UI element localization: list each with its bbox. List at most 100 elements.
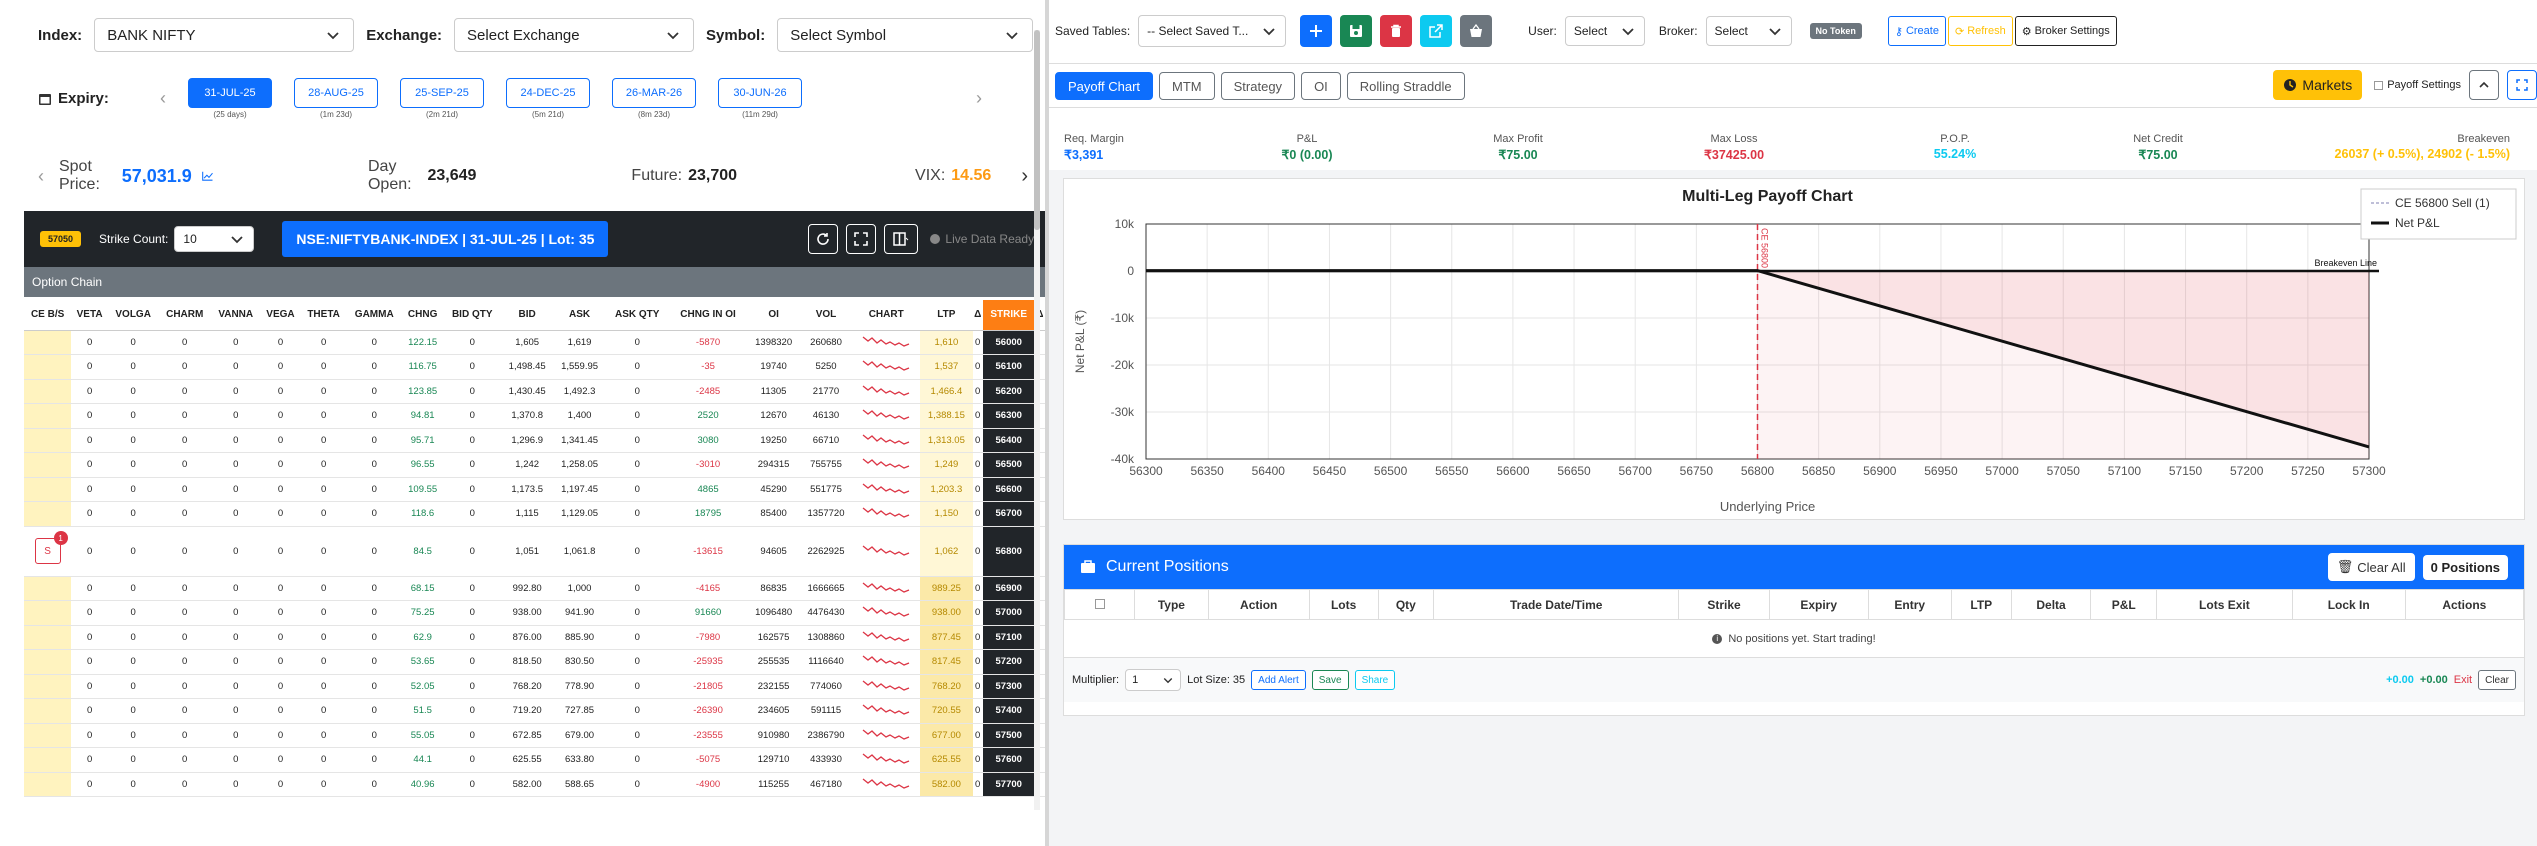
sparkline-cell[interactable] [852, 477, 921, 502]
column-header[interactable]: CE B/S [24, 300, 72, 331]
add-table-button[interactable] [1300, 15, 1333, 47]
ask-cell[interactable]: 633.80 [553, 747, 606, 773]
ce-bs-cell[interactable] [24, 649, 72, 675]
chevron-left-icon[interactable]: ‹ [160, 88, 188, 109]
sparkline-cell[interactable] [852, 698, 921, 724]
broker-settings-button[interactable]: ⚙ Broker Settings [2014, 16, 2117, 46]
chevron-right-icon[interactable]: › [976, 88, 982, 109]
table-row[interactable]: 0 0 0 0 0 0 0 68.15 0 992.80 1,000 0 -4165 86835 16666… [24, 576, 1045, 601]
refresh-button[interactable] [808, 224, 839, 254]
bid-cell[interactable]: 1,498.45 [500, 354, 554, 380]
column-header[interactable]: ASK [553, 300, 606, 331]
sparkline-cell[interactable] [852, 379, 921, 404]
legend-item-net[interactable]: Net P&L [2395, 216, 2440, 230]
expiry-button[interactable]: 28-AUG-25 [294, 78, 378, 108]
ce-bs-cell[interactable] [24, 698, 72, 724]
strike-count-select[interactable]: 10 [174, 226, 255, 252]
table-row[interactable]: 0 0 0 0 0 0 0 40.96 0 582.00 588.65 0 -4900 115255 467… [24, 772, 1045, 797]
tab-strategy[interactable]: Strategy [1220, 72, 1296, 100]
ask-cell[interactable]: 1,129.05 [553, 501, 606, 527]
column-header[interactable]: CHNG IN OI [668, 300, 748, 331]
sparkline-cell[interactable] [852, 625, 921, 650]
sparkline-cell[interactable] [852, 330, 921, 355]
sparkline-cell[interactable] [852, 674, 921, 699]
expiry-button[interactable]: 26-MAR-26 [612, 78, 696, 108]
ltp-cell[interactable]: 768.20 [920, 674, 973, 699]
ask-cell[interactable]: 1,000 [553, 576, 606, 601]
sparkline-cell[interactable] [852, 772, 921, 797]
column-header[interactable]: THETA [300, 300, 347, 331]
clear-all-button[interactable]: 🗑 Clear All [2327, 553, 2415, 581]
expiry-button[interactable]: 30-JUN-26 [718, 78, 802, 108]
bid-cell[interactable]: 818.50 [500, 649, 554, 675]
column-header[interactable]: BID [500, 300, 554, 331]
ltp-cell[interactable]: 720.55 [920, 698, 973, 724]
symbol-select[interactable]: Select Symbol [777, 18, 1034, 52]
ask-cell[interactable]: 830.50 [553, 649, 606, 675]
ask-cell[interactable]: 778.90 [553, 674, 606, 699]
bid-cell[interactable]: 1,173.5 [500, 477, 554, 502]
exit-link[interactable]: Exit [2454, 674, 2472, 686]
ltp-cell[interactable]: 677.00 [920, 723, 973, 748]
expiry-option[interactable]: 28-AUG-25 (1m 23d) [294, 78, 378, 119]
payoff-chart[interactable]: 56300 56350 56400 56450 56500 56550 56600 56650… [1064, 179, 2526, 521]
expiry-option[interactable]: 30-JUN-26 (11m 29d) [718, 78, 802, 119]
ask-cell[interactable]: 941.90 [553, 600, 606, 626]
exchange-select[interactable]: Select Exchange [454, 18, 695, 52]
column-header[interactable]: CHNG [401, 300, 444, 331]
ask-cell[interactable]: 588.65 [553, 772, 606, 797]
refresh-token-button[interactable]: ⟳ Refresh [1947, 16, 2013, 46]
bid-cell[interactable]: 876.00 [500, 625, 554, 650]
ltp-cell[interactable]: 877.45 [920, 625, 973, 650]
table-row[interactable]: 0 0 0 0 0 0 0 123.85 0 1,430.45 1,492.3 0 -2485 11305… [24, 379, 1045, 404]
bid-cell[interactable]: 1,051 [500, 526, 554, 577]
select-all-header[interactable] [1064, 589, 1135, 620]
bid-cell[interactable]: 582.00 [500, 772, 554, 797]
ce-bs-cell[interactable] [24, 428, 72, 453]
bid-cell[interactable]: 1,370.8 [500, 403, 554, 429]
ltp-cell[interactable]: 1,313.05 [920, 428, 973, 453]
tab-rolling-straddle[interactable]: Rolling Straddle [1346, 72, 1465, 100]
saved-tables-select[interactable]: -- Select Saved T... [1138, 15, 1287, 47]
ltp-cell[interactable]: 1,062 [920, 526, 973, 577]
ask-cell[interactable]: 1,619 [553, 330, 606, 355]
sparkline-cell[interactable] [852, 600, 921, 626]
expiry-button[interactable]: 24-DEC-25 [506, 78, 590, 108]
sparkline-cell[interactable] [852, 526, 921, 577]
column-header[interactable]: VOLGA [107, 300, 159, 331]
ce-bs-cell[interactable] [24, 625, 72, 650]
column-header[interactable]: Δ [972, 300, 983, 331]
ask-cell[interactable]: 1,559.95 [553, 354, 606, 380]
ask-cell[interactable]: 679.00 [553, 723, 606, 748]
sparkline-cell[interactable] [852, 403, 921, 429]
index-select[interactable]: BANK NIFTY [94, 18, 355, 52]
ltp-cell[interactable]: 989.25 [920, 576, 973, 601]
ask-cell[interactable]: 1,400 [553, 403, 606, 429]
bid-cell[interactable]: 1,296.9 [500, 428, 554, 453]
expiry-button[interactable]: 31-JUL-25 [188, 78, 272, 108]
ask-cell[interactable]: 727.85 [553, 698, 606, 724]
collapse-button[interactable] [2469, 70, 2499, 100]
bid-cell[interactable]: 719.20 [500, 698, 554, 724]
ltp-cell[interactable]: 1,249 [920, 452, 973, 478]
ltp-cell[interactable]: 1,203.3 [920, 477, 973, 502]
columns-button[interactable] [884, 224, 919, 254]
ask-cell[interactable]: 1,258.05 [553, 452, 606, 478]
sparkline-cell[interactable] [852, 747, 921, 773]
ce-bs-cell[interactable]: S1 [24, 526, 72, 577]
basket-button[interactable] [1460, 15, 1493, 47]
table-row[interactable]: 0 0 0 0 0 0 0 53.65 0 818.50 830.50 0 -25935 255535 11… [24, 649, 1045, 675]
bid-cell[interactable]: 938.00 [500, 600, 554, 626]
bid-cell[interactable]: 768.20 [500, 674, 554, 699]
checkbox[interactable] [2374, 80, 2384, 90]
save-table-button[interactable] [1340, 15, 1373, 47]
ce-bs-cell[interactable] [24, 674, 72, 699]
ce-bs-cell[interactable] [24, 576, 72, 601]
bid-cell[interactable]: 672.85 [500, 723, 554, 748]
ce-bs-cell[interactable] [24, 403, 72, 429]
table-row[interactable]: 0 0 0 0 0 0 0 51.5 0 719.20 727.85 0 -26390 234605 591… [24, 698, 1045, 724]
delete-table-button[interactable] [1380, 15, 1413, 47]
ltp-cell[interactable]: 625.55 [920, 747, 973, 773]
bid-cell[interactable]: 1,430.45 [500, 379, 554, 404]
table-row[interactable]: 0 0 0 0 0 0 0 55.05 0 672.85 679.00 0 -23555 910980 23… [24, 723, 1045, 748]
